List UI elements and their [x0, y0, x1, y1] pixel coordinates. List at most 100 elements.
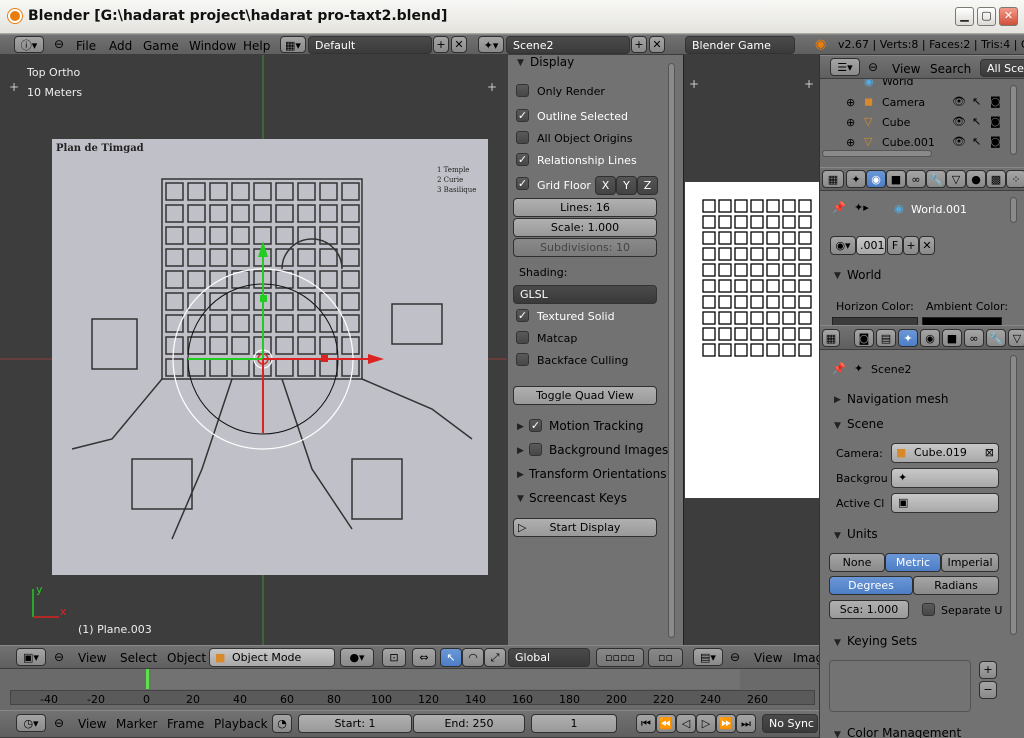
display-panel-header[interactable]: Display: [530, 55, 574, 69]
manipulator-toggle[interactable]: ⇔: [412, 648, 436, 667]
end-frame-field[interactable]: End: 250: [413, 714, 525, 733]
menu-file[interactable]: File: [76, 39, 96, 53]
remove-keying-set-button[interactable]: −: [979, 681, 997, 699]
pin-icon-2[interactable]: 📌: [832, 362, 846, 375]
menu-add[interactable]: Add: [109, 39, 132, 53]
close-button[interactable]: ✕: [999, 7, 1018, 26]
render-tab-icon-2[interactable]: ◙: [854, 329, 874, 347]
start-display-button[interactable]: ▷ Start Display: [513, 518, 657, 537]
modifiers-tab-icon-2[interactable]: 🔧: [986, 329, 1006, 347]
unlink-world-button[interactable]: ✕: [919, 236, 935, 255]
scene-panel-collapse-icon[interactable]: ▼: [834, 421, 841, 431]
rotation-degrees-button[interactable]: Degrees: [829, 576, 913, 595]
navigation-mesh-header[interactable]: Navigation mesh: [847, 392, 948, 406]
screen-layout-icon[interactable]: ▦▾: [280, 36, 306, 53]
transform-orientations-expand-icon[interactable]: ▶: [517, 470, 524, 480]
editor-type-properties-button[interactable]: ▦: [822, 170, 844, 188]
screen-layout-field[interactable]: Default: [308, 36, 432, 54]
outliner-menu-search[interactable]: Search: [930, 62, 971, 76]
select-arrow-icon[interactable]: ↖: [972, 115, 981, 128]
object-tab-icon[interactable]: ■: [886, 170, 906, 188]
modifiers-tab-icon[interactable]: 🔧: [926, 170, 946, 188]
rotate-manipulator-icon[interactable]: ◠: [462, 648, 484, 667]
motion-tracking-expand-icon[interactable]: ▶: [517, 422, 524, 432]
outliner-vscrollbar[interactable]: [1010, 85, 1017, 155]
clear-camera-icon[interactable]: ⊠: [985, 446, 994, 459]
new-world-button[interactable]: +: [903, 236, 919, 255]
sync-mode-select[interactable]: No Sync: [762, 714, 818, 733]
outliner-hscrollbar[interactable]: [822, 150, 932, 157]
select-arrow-icon[interactable]: ↖: [972, 135, 981, 148]
unit-scale-field[interactable]: Sca: 1.000: [829, 600, 909, 619]
image-collapse-icon[interactable]: ⊖: [730, 650, 740, 664]
viewport-collapse-icon[interactable]: ⊖: [54, 650, 64, 664]
transform-orientation-select[interactable]: Global: [508, 648, 590, 667]
motion-tracking-checkbox[interactable]: ✓: [529, 419, 542, 432]
menu-window[interactable]: Window: [189, 39, 236, 53]
interaction-mode-select[interactable]: ■ Object Mode: [209, 648, 335, 667]
viewport-menu-select[interactable]: Select: [120, 651, 157, 665]
grid-y-toggle[interactable]: Y: [616, 176, 637, 195]
scene-icon[interactable]: ✦▾: [478, 36, 504, 53]
fake-user-toggle[interactable]: F: [887, 236, 903, 255]
render-layers-tab-icon[interactable]: ▤: [876, 329, 896, 347]
world-tab-icon[interactable]: ◉: [866, 170, 886, 188]
camera-field[interactable]: ■ Cube.019 ⊠: [891, 443, 999, 463]
background-images-checkbox[interactable]: [529, 443, 542, 456]
expand-icon[interactable]: ⊕: [846, 116, 855, 129]
all-object-origins-checkbox[interactable]: [516, 131, 529, 144]
outliner-display-mode-select[interactable]: All Scen: [980, 59, 1024, 77]
material-tab-icon[interactable]: ●: [966, 170, 986, 188]
jump-keyframe-back-button[interactable]: ⏪: [656, 714, 676, 733]
editor-type-3dview-button[interactable]: ▣▾: [16, 648, 46, 666]
matcap-checkbox[interactable]: [516, 331, 529, 344]
select-arrow-icon[interactable]: ↖: [972, 95, 981, 108]
jump-start-button[interactable]: ⏮: [636, 714, 656, 733]
viewport-shading-select[interactable]: ●▾: [340, 648, 374, 667]
layers-widget[interactable]: ▫▫▫▫: [596, 648, 644, 667]
unit-metric-button[interactable]: Metric: [885, 553, 941, 572]
minimize-button[interactable]: ▁: [955, 7, 974, 26]
background-scene-field[interactable]: ✦: [891, 468, 999, 488]
visibility-eye-icon[interactable]: 👁: [952, 135, 966, 148]
transform-manipulator[interactable]: [0, 55, 507, 645]
image-editor[interactable]: + +: [683, 55, 820, 645]
horizon-color-swatch[interactable]: [832, 317, 918, 325]
editor-type-timeline-button[interactable]: ◷▾: [16, 714, 46, 732]
particles-tab-icon[interactable]: ⁘: [1006, 170, 1024, 188]
texture-tab-icon[interactable]: ▩: [986, 170, 1006, 188]
pivot-point-select[interactable]: ⊡: [382, 648, 406, 667]
screencast-keys-header[interactable]: Screencast Keys: [529, 491, 627, 505]
scale-manipulator-icon[interactable]: ⤢: [484, 648, 506, 667]
relationship-lines-checkbox[interactable]: ✓: [516, 153, 529, 166]
unit-none-button[interactable]: None: [829, 553, 885, 572]
pin-icon[interactable]: 📌: [832, 201, 846, 214]
start-frame-field[interactable]: Start: 1: [298, 714, 412, 733]
constraints-tab-icon[interactable]: ∞: [906, 170, 926, 188]
image-menu-view[interactable]: View: [754, 651, 782, 665]
outline-selected-checkbox[interactable]: ✓: [516, 109, 529, 122]
grid-lines-slider[interactable]: Lines: 16: [513, 198, 657, 217]
render-engine-select[interactable]: Blender Game: [685, 36, 795, 54]
expand-icon[interactable]: ⊕: [846, 136, 855, 149]
editor-type-outliner-button[interactable]: ☰▾: [830, 58, 860, 76]
display-collapse-icon[interactable]: ▼: [517, 58, 524, 68]
outliner-row-world[interactable]: ◉ World: [820, 79, 1010, 93]
motion-tracking-header[interactable]: Motion Tracking: [549, 419, 643, 433]
keying-sets-list[interactable]: [829, 660, 971, 712]
translate-manipulator-icon[interactable]: ↖: [440, 648, 462, 667]
only-render-checkbox[interactable]: [516, 84, 529, 97]
world-props-scrollbar[interactable]: [1010, 197, 1017, 223]
current-frame-field[interactable]: 1: [531, 714, 617, 733]
current-frame-indicator[interactable]: [146, 669, 149, 689]
render-tab-icon[interactable]: ✦: [846, 170, 866, 188]
shading-select[interactable]: GLSL: [513, 285, 657, 304]
color-management-header[interactable]: Color Management: [847, 726, 961, 738]
expand-icon[interactable]: ⊕: [846, 96, 855, 109]
scene-props-scrollbar[interactable]: [1010, 355, 1017, 635]
world-panel-header[interactable]: World: [847, 268, 881, 282]
world-tab-icon-2[interactable]: ◉: [920, 329, 940, 347]
editor-type-properties-button-2[interactable]: ▦: [822, 329, 840, 347]
add-scene-button[interactable]: +: [631, 36, 647, 53]
jump-keyframe-forward-button[interactable]: ⏩: [716, 714, 736, 733]
